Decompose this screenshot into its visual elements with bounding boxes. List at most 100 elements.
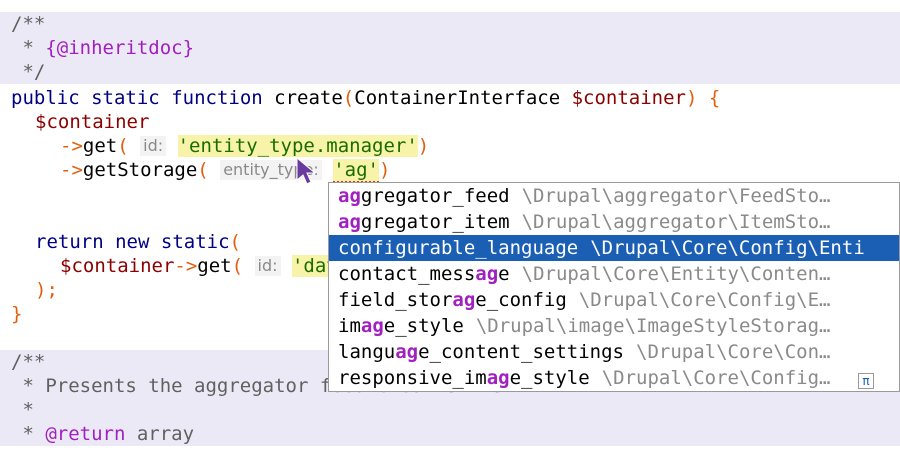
paren-open: ( (117, 135, 129, 157)
code-line-16: * (0, 398, 900, 422)
function-signature: public static function create(ContainerI… (11, 86, 720, 110)
completion-item[interactable]: image_style \Drupal\image\ImageStyleStora… (329, 313, 899, 339)
code-line-6: ->get( id: 'entity_type.manager') (0, 134, 900, 158)
doc-tag-inheritdoc: {@inheritdoc} (45, 37, 195, 59)
completion-item[interactable]: aggregator_item \Drupal\aggregator\ItemSt… (329, 209, 899, 235)
doc-star: * (11, 399, 34, 421)
close-paren-semicolon: ); (35, 279, 58, 301)
code-line-2: * {@inheritdoc} (0, 36, 900, 60)
completion-item-prefix: im (338, 315, 361, 337)
mouse-pointer-icon (296, 156, 317, 185)
string-entity-type-manager: 'entity_type.manager' (177, 135, 418, 157)
completion-item[interactable]: responsive_image_style \Drupal\Core\Confi… (329, 365, 899, 391)
param-hint-id: id: (254, 256, 281, 276)
fn-create: create (274, 87, 343, 109)
completion-item-path: \Drupal\Core\Config… (601, 367, 831, 389)
completion-item-match: ag (338, 185, 361, 207)
completion-item-name: image_style (338, 315, 464, 337)
completion-item-prefix: contact_mess (338, 263, 476, 285)
code-line-5: $container (0, 110, 900, 134)
var-container: $container (35, 111, 150, 133)
completion-item-prefix: field_stor (338, 289, 453, 311)
completion-item[interactable]: configurable_language \Drupal\Core\Config… (329, 235, 899, 261)
paren-close: ) (378, 159, 391, 181)
paren-close: ) (417, 135, 430, 157)
doc-star: * (11, 37, 46, 59)
code-line-4: public static function create(ContainerI… (0, 86, 900, 110)
completion-item-name: aggregator_feed (338, 185, 510, 207)
completion-item-match: ag (395, 341, 419, 363)
arrow-op: -> (60, 135, 83, 157)
completion-item-name: responsive_image_style (338, 367, 590, 389)
code-line-17: * @return array (0, 422, 900, 446)
paren-open: ( (342, 87, 355, 109)
kw-return: return (35, 231, 104, 253)
string-ag-input[interactable]: 'ag' (333, 159, 379, 183)
completion-item-prefix: langu (338, 341, 396, 363)
code-line-1: /** (0, 12, 900, 36)
completion-item-name: aggregator_item (338, 211, 510, 233)
completion-item-suffix: gregator_feed (360, 185, 510, 207)
kw-function: function (171, 87, 263, 109)
completion-item-match: ag (360, 315, 384, 337)
code-line-3: */ (0, 60, 900, 84)
brace-close: } (11, 303, 23, 325)
doc-return-type: array (125, 423, 195, 445)
type-container-interface: ContainerInterface (354, 87, 561, 109)
get-call: ->get( id: 'entity_type.manager') (60, 134, 429, 158)
comment-open: /** (11, 351, 46, 373)
completion-item-name: configurable_language (338, 237, 578, 259)
kw-public: public (11, 87, 80, 109)
get-storage-call: ->getStorage( entity_type: 'ag') (60, 158, 391, 183)
completion-item[interactable]: aggregator_feed \Drupal\aggregator\FeedSt… (329, 183, 899, 209)
param-container: $container (571, 87, 686, 109)
completion-popup[interactable]: aggregator_feed \Drupal\aggregator\FeedSt… (328, 182, 900, 392)
completion-item[interactable]: field_storage_config \Drupal\Core\Config\… (329, 287, 899, 313)
completion-item-prefix: responsive_im (338, 367, 487, 389)
completion-item-match: ag (475, 263, 499, 285)
brace-open: { (708, 87, 721, 109)
completion-item-match: ag (338, 211, 361, 233)
fn-get-storage: getStorage (82, 159, 198, 181)
completion-item-prefix: configurable_language (338, 237, 579, 259)
param-hint-id: id: (140, 136, 167, 156)
completion-item-match: ag (486, 367, 510, 389)
kw-new: new (115, 231, 150, 253)
container-get-call: $container->get( id: 'dat (60, 254, 338, 278)
comment-open: /** (11, 13, 46, 35)
completion-item-name: field_storage_config (338, 289, 567, 311)
code-line-7: ->getStorage( entity_type: 'ag') (0, 158, 900, 183)
completion-item-path: \Drupal\image\ImageStyleStorag… (475, 315, 831, 337)
completion-item-match: ag (452, 289, 476, 311)
fn-get: get (82, 135, 118, 157)
completion-item-path: \Drupal\aggregator\ItemSto… (521, 211, 831, 233)
completion-item[interactable]: language_content_settings \Drupal\Core\Co… (329, 339, 899, 365)
arrow-op: -> (174, 255, 198, 277)
completion-item-suffix: e_config (475, 289, 567, 311)
completion-item-suffix: gregator_item (360, 211, 510, 233)
doc-tag-return: @return (45, 423, 126, 445)
paren-open: ( (229, 231, 241, 253)
completion-item-suffix: e (498, 263, 510, 285)
doc-inheritdoc-line: * {@inheritdoc} (11, 36, 194, 60)
completion-item-suffix: e_content_settings (418, 341, 624, 363)
doc-return-line: * @return array (11, 422, 194, 446)
completion-item-suffix: e_style (509, 367, 590, 389)
return-statement: return new static( (35, 230, 241, 254)
completion-item-name: contact_message (338, 263, 510, 285)
var-line: $container (35, 110, 149, 134)
completion-item-suffix: e_style (383, 315, 464, 337)
var-container: $container (60, 255, 175, 277)
kw-static: static (160, 231, 230, 253)
completion-item[interactable]: contact_message \Drupal\Core\Entity\Conte… (329, 261, 899, 287)
completion-item-path: \Drupal\Core\Config\Enti (590, 237, 865, 259)
pi-icon[interactable]: π (858, 373, 874, 389)
doc-star: * (11, 423, 46, 445)
completion-item-path: \Drupal\Core\Con… (636, 341, 831, 363)
completion-item-name: language_content_settings (338, 341, 624, 363)
completion-item-path: \Drupal\Core\Config\E… (578, 289, 831, 311)
comment-close: */ (11, 61, 46, 83)
paren-open: ( (231, 255, 244, 277)
kw-static: static (91, 87, 160, 109)
fn-get: get (197, 255, 232, 277)
